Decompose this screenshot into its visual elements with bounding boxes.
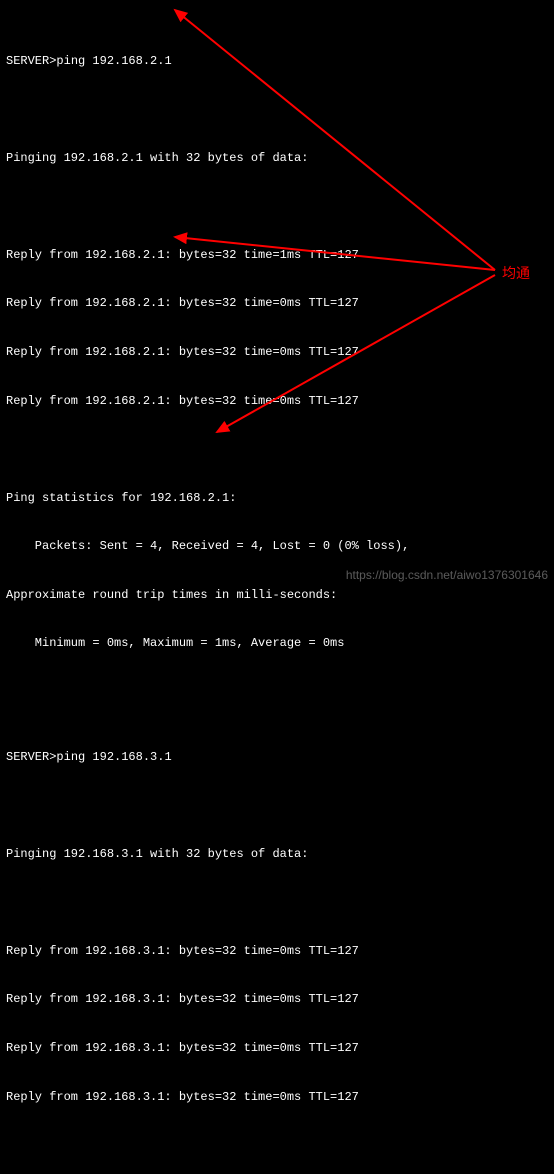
command: ping 192.168.2.1: [56, 54, 171, 68]
approx-line: Approximate round trip times in milli-se…: [6, 587, 548, 603]
pinging-line: Pinging 192.168.3.1 with 32 bytes of dat…: [6, 846, 548, 862]
watermark: https://blog.csdn.net/aiwo1376301646: [346, 567, 548, 583]
stats-header: Ping statistics for 192.168.2.1:: [6, 490, 548, 506]
reply-line: Reply from 192.168.3.1: bytes=32 time=0m…: [6, 991, 548, 1007]
pinging-line: Pinging 192.168.2.1 with 32 bytes of dat…: [6, 150, 548, 166]
times-line: Minimum = 0ms, Maximum = 1ms, Average = …: [6, 635, 548, 651]
reply-line: Reply from 192.168.2.1: bytes=32 time=0m…: [6, 393, 548, 409]
reply-line: Reply from 192.168.2.1: bytes=32 time=0m…: [6, 295, 548, 311]
prompt: SERVER>: [6, 54, 56, 68]
reply-line: Reply from 192.168.2.1: bytes=32 time=0m…: [6, 344, 548, 360]
reply-line: Reply from 192.168.3.1: bytes=32 time=0m…: [6, 1040, 548, 1056]
packets-line: Packets: Sent = 4, Received = 4, Lost = …: [6, 538, 548, 554]
command: ping 192.168.3.1: [56, 750, 171, 764]
reply-line: Reply from 192.168.2.1: bytes=32 time=1m…: [6, 247, 548, 263]
prompt: SERVER>: [6, 750, 56, 764]
annotation-label: 均通: [502, 264, 530, 283]
terminal-output: SERVER>ping 192.168.2.1 Pinging 192.168.…: [0, 0, 554, 1174]
reply-line: Reply from 192.168.3.1: bytes=32 time=0m…: [6, 943, 548, 959]
reply-line: Reply from 192.168.3.1: bytes=32 time=0m…: [6, 1089, 548, 1105]
